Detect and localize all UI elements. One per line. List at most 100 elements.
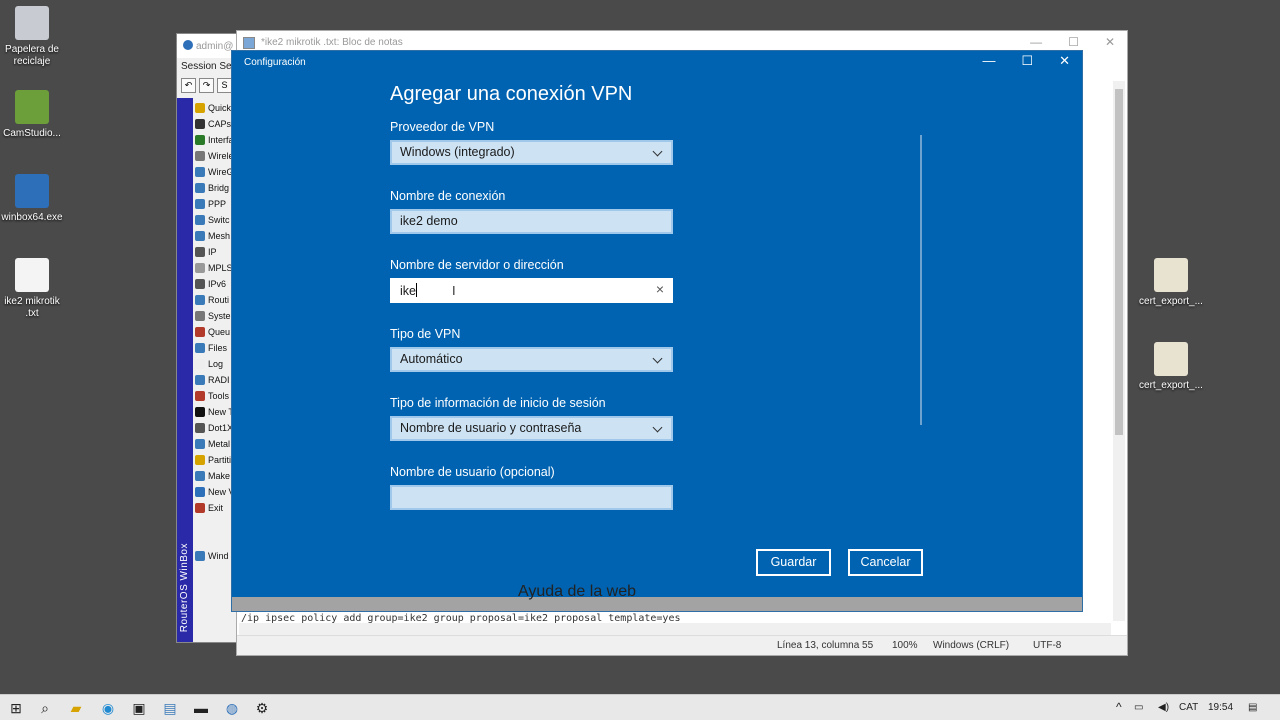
desktop-icon-label: cert_export_... [1139,380,1203,391]
file-explorer-icon[interactable]: ▰ [68,700,84,716]
winbox-icon [15,174,49,208]
chevron-up-icon[interactable]: ^ [1116,700,1122,714]
notifications-icon[interactable]: ▤ [1248,702,1257,713]
signin-type-select[interactable]: Nombre de usuario y contraseña [390,416,673,441]
settings-minimize-button[interactable]: — [982,53,995,69]
server-input[interactable]: ike I × [390,278,673,303]
settings-gear-icon[interactable]: ⚙ [254,700,270,716]
notepad-maximize-button[interactable]: ☐ [1068,35,1079,49]
menu-item-label: WireG [208,167,234,177]
menu-item-icon [195,471,205,481]
network-icon[interactable]: ▭ [1134,702,1143,713]
settings-title-bar[interactable]: Configuración — ☐ ✕ [232,51,1082,73]
settings-scrollbar[interactable] [920,135,922,425]
notepad-close-button[interactable]: ✕ [1105,35,1115,49]
vpn-type-value: Automático [400,352,463,366]
menu-item-label: Queu [208,327,231,337]
username-input[interactable] [390,485,673,510]
menu-item-icon [195,407,205,417]
ibeam-cursor-icon: I [452,283,456,298]
connection-name-input[interactable]: ike2 demo [390,209,673,234]
menu-item-icon [195,391,205,401]
winbox-side-banner: RouterOS WinBox [177,98,193,642]
text-file-icon [15,258,49,292]
desktop-icon[interactable]: ike2 mikrotik .txt [0,258,67,320]
desktop-icon-label: CamStudio... [3,128,61,139]
menu-item-label: Make [208,471,231,481]
recycle-bin-icon [15,6,49,40]
menu-item-label: Quick [208,103,232,113]
menu-item-icon [195,167,205,177]
volume-icon[interactable]: ◀) [1158,702,1169,713]
camstudio-icon [15,90,49,124]
notepad-horizontal-scrollbar[interactable] [239,623,1111,635]
language-indicator[interactable]: CAT [1179,702,1198,713]
terminal-icon[interactable]: ▬ [193,700,209,716]
cancel-button[interactable]: Cancelar [848,549,923,576]
settings-window[interactable]: Configuración — ☐ ✕ Agregar una conexión… [231,50,1083,612]
menu-item-label: Wirele [208,151,234,161]
server-value: ike [400,284,416,298]
safe-mode-button[interactable]: S [217,78,232,93]
redo-button[interactable]: ↷ [199,78,214,93]
menu-item-label: Files [208,343,228,353]
provider-value: Windows (integrado) [400,145,515,159]
desktop-icon[interactable]: CamStudio... [0,90,67,140]
menu-item-icon [195,535,205,545]
menu-item-icon [195,439,205,449]
settings-maximize-button[interactable]: ☐ [1021,53,1033,69]
menu-item-label: PPP [208,199,227,209]
notepad-icon [243,37,255,49]
edge-icon[interactable]: ◉ [100,700,116,716]
undo-button[interactable]: ↶ [181,78,196,93]
menu-item-icon [195,215,205,225]
menu-item-label: Switc [208,215,230,225]
menu-item-icon [195,455,205,465]
menu-item-label: CAPs [208,119,232,129]
start-windows-icon[interactable]: ⊞ [8,700,24,716]
menu-item-icon [195,503,205,513]
notepad-vertical-scrollbar[interactable] [1113,81,1125,621]
menu-item-label: IP [208,247,217,257]
notepad-minimize-button[interactable]: — [1030,35,1042,49]
menu-item-icon [195,551,205,561]
menu-item-icon [195,247,205,257]
certificate-icon [1154,258,1188,292]
notepad-taskbar-icon[interactable]: ▤ [162,700,178,716]
text-caret [415,283,417,297]
vpn-type-label: Tipo de VPN [390,327,461,341]
notepad-status-bar: Línea 13, columna 55 100% Windows (CRLF)… [237,635,1127,655]
desktop-icon[interactable]: winbox64.exe [0,174,67,224]
menu-item-label: IPv6 [208,279,227,289]
menu-item-label: Dot1X [208,423,234,433]
menu-item-label: Tools [208,391,230,401]
line-endings: Windows (CRLF) [933,640,1010,651]
settings-bottom-strip [232,597,1082,611]
camera-icon[interactable]: ▣ [131,700,147,716]
signin-type-label: Tipo de información de inicio de sesión [390,396,606,410]
menu-item-label: Syste [208,311,231,321]
desktop-icon-label: winbox64.exe [1,212,63,223]
notepad-scroll-thumb[interactable] [1115,89,1123,435]
desktop-icon[interactable]: cert_export_... [1136,342,1206,392]
search-icon[interactable]: ⌕ [37,700,53,716]
menu-item-label: Log [208,359,224,369]
clear-icon[interactable]: × [656,281,664,297]
desktop-icon[interactable]: Papelera de reciclaje [0,6,67,68]
desktop-icon[interactable]: cert_export_... [1136,258,1206,308]
menu-item-icon [195,375,205,385]
key-certificate-icon [1154,342,1188,376]
username-label: Nombre de usuario (opcional) [390,465,555,479]
menu-item-label: RADI [208,375,230,385]
menu-item-icon [195,183,205,193]
provider-select[interactable]: Windows (integrado) [390,140,673,165]
save-button[interactable]: Guardar [756,549,831,576]
menu-item-icon [195,135,205,145]
menu-item-icon [195,199,205,209]
menu-item-icon [195,343,205,353]
settings-close-button[interactable]: ✕ [1059,53,1070,69]
vpn-type-select[interactable]: Automático [390,347,673,372]
notepad-title: *ike2 mikrotik .txt: Bloc de notas [261,37,403,48]
winbox-taskbar-icon[interactable]: ◍ [224,700,240,716]
clock[interactable]: 19:54 [1208,702,1233,713]
